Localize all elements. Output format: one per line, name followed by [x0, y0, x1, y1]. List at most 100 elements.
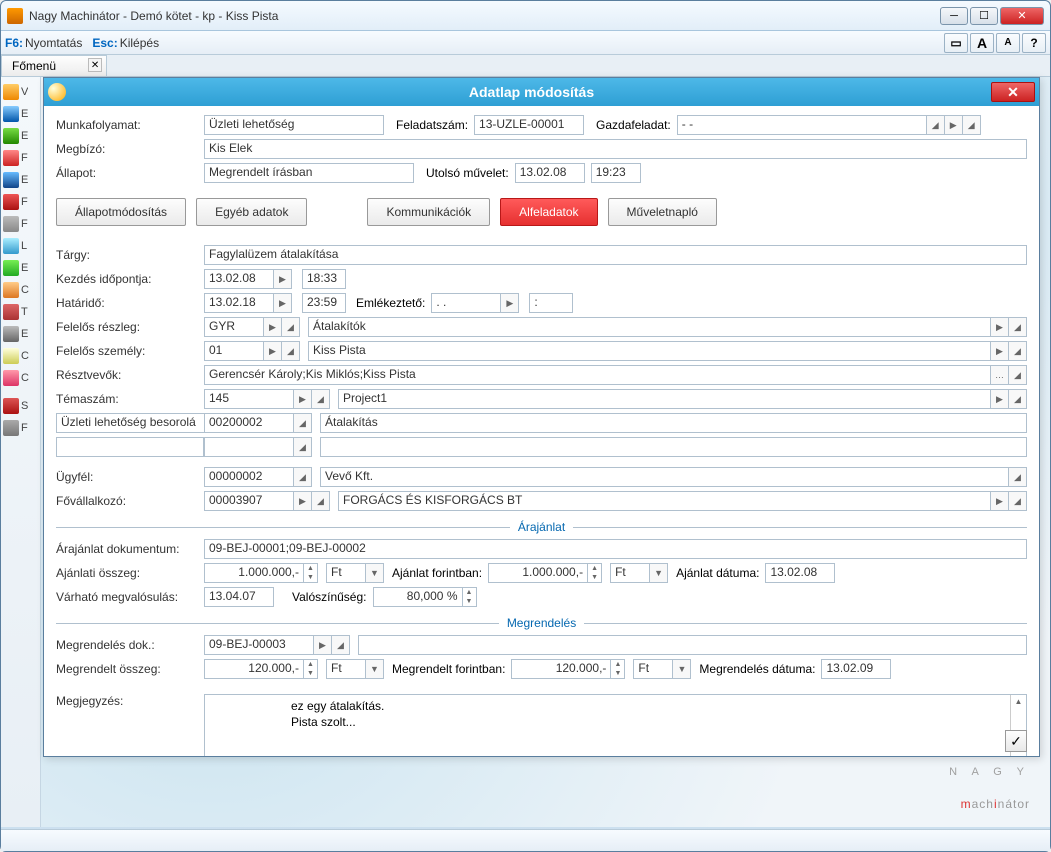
font-small-button[interactable]: A — [996, 33, 1020, 53]
topic-name-dropdown-icon[interactable]: ▶ — [991, 389, 1009, 409]
contractor-name-field[interactable]: FORGÁCS ÉS KISFORGÁCS BT — [338, 491, 991, 511]
class-name-field[interactable]: Átalakítás — [320, 413, 1027, 433]
order-date-field[interactable]: 13.02.09 — [821, 659, 891, 679]
help-button[interactable]: ? — [1022, 33, 1046, 53]
sidebar-item[interactable]: C — [1, 345, 40, 367]
order-amount-spinner[interactable]: ▲▼ — [304, 659, 318, 679]
tab-main-menu[interactable]: Főmenü ✕ — [1, 55, 107, 76]
subject-field[interactable]: Fagylalüzem átalakítása — [204, 245, 1027, 265]
oplog-button[interactable]: Műveletnapló — [608, 198, 717, 226]
dept-name-field[interactable]: Átalakítók — [308, 317, 991, 337]
class-expand-icon[interactable]: ◢ — [294, 413, 312, 433]
lastop-date-field[interactable]: 13.02.08 — [515, 163, 585, 183]
order-doc-desc-field[interactable] — [358, 635, 1027, 655]
customer-expand-icon[interactable]: ◢ — [294, 467, 312, 487]
quote-currency-field[interactable]: Ft — [326, 563, 366, 583]
other-data-button[interactable]: Egyéb adatok — [196, 198, 307, 226]
sidebar-item[interactable]: F — [1, 147, 40, 169]
sidebar-item[interactable]: F — [1, 191, 40, 213]
customer-name-field[interactable]: Vevő Kft. — [320, 467, 1009, 487]
quote-huf-field[interactable]: 1.000.000,- — [488, 563, 588, 583]
participants-expand-icon[interactable]: ◢ — [1009, 365, 1027, 385]
extra-field-2[interactable] — [204, 437, 294, 457]
prob-field[interactable]: 80,000 % — [373, 587, 463, 607]
sidebar-item[interactable]: S — [1, 395, 40, 417]
start-time-field[interactable]: 18:33 — [302, 269, 346, 289]
font-large-button[interactable]: A — [970, 33, 994, 53]
sidebar-item[interactable]: F — [1, 213, 40, 235]
quote-doc-field[interactable]: 09-BEJ-00001;09-BEJ-00002 — [204, 539, 1027, 559]
customer-name-expand-icon[interactable]: ◢ — [1009, 467, 1027, 487]
f6-label[interactable]: Nyomtatás — [25, 36, 82, 50]
close-button[interactable]: ✕ — [1000, 7, 1044, 25]
status-mod-button[interactable]: Állapotmódosítás — [56, 198, 186, 226]
quote-huf-currency-dropdown-icon[interactable]: ▼ — [650, 563, 668, 583]
person-name-dropdown-icon[interactable]: ▶ — [991, 341, 1009, 361]
quote-date-field[interactable]: 13.02.08 — [765, 563, 835, 583]
dept-name-expand-icon[interactable]: ◢ — [1009, 317, 1027, 337]
contractor-code-field[interactable]: 00003907 — [204, 491, 294, 511]
extra-field-3[interactable] — [320, 437, 1027, 457]
dept-dropdown-icon[interactable]: ▶ — [264, 317, 282, 337]
order-currency-dropdown-icon[interactable]: ▼ — [366, 659, 384, 679]
sidebar-item[interactable]: E — [1, 169, 40, 191]
econ-field[interactable]: - - — [677, 115, 927, 135]
topic-dropdown-icon[interactable]: ▶ — [294, 389, 312, 409]
person-name-expand-icon[interactable]: ◢ — [1009, 341, 1027, 361]
person-code-field[interactable]: 01 — [204, 341, 264, 361]
econ-dropdown-icon[interactable]: ▶ — [945, 115, 963, 135]
order-huf-currency-dropdown-icon[interactable]: ▼ — [673, 659, 691, 679]
deadline-date-picker-icon[interactable]: ▶ — [274, 293, 292, 313]
sidebar-item[interactable]: L — [1, 235, 40, 257]
expected-field[interactable]: 13.04.07 — [204, 587, 274, 607]
status-field[interactable]: Megrendelt írásban — [204, 163, 414, 183]
start-date-field[interactable]: 13.02.08 — [204, 269, 274, 289]
sidebar-item[interactable]: V — [1, 81, 40, 103]
extra-expand-icon[interactable]: ◢ — [294, 437, 312, 457]
order-doc-field[interactable]: 09-BEJ-00003 — [204, 635, 314, 655]
order-doc-dropdown-icon[interactable]: ▶ — [314, 635, 332, 655]
confirm-button[interactable]: ✓ — [1005, 730, 1027, 752]
reminder-time-field[interactable]: : — [529, 293, 573, 313]
sidebar-item[interactable]: C — [1, 279, 40, 301]
contractor-dropdown-icon[interactable]: ▶ — [294, 491, 312, 511]
dept-expand-icon[interactable]: ◢ — [282, 317, 300, 337]
topic-name-expand-icon[interactable]: ◢ — [1009, 389, 1027, 409]
client-field[interactable]: Kis Elek — [204, 139, 1027, 159]
deadline-time-field[interactable]: 23:59 — [302, 293, 346, 313]
note-memo[interactable]: ez egy átalakítás. Pista szolt... ▲ ▼ — [204, 694, 1027, 756]
person-dropdown-icon[interactable]: ▶ — [264, 341, 282, 361]
subtasks-button[interactable]: Alfeladatok — [500, 198, 597, 226]
esc-label[interactable]: Kilépés — [120, 36, 159, 50]
contractor-name-expand-icon[interactable]: ◢ — [1009, 491, 1027, 511]
class-code-field[interactable]: 00200002 — [204, 413, 294, 433]
sidebar-item[interactable]: E — [1, 257, 40, 279]
tab-close-icon[interactable]: ✕ — [88, 58, 102, 72]
sidebar-item[interactable]: C — [1, 367, 40, 389]
quote-amount-spinner[interactable]: ▲▼ — [304, 563, 318, 583]
maximize-button[interactable]: ☐ — [970, 7, 998, 25]
order-doc-expand-icon[interactable]: ◢ — [332, 635, 350, 655]
prob-spinner[interactable]: ▲▼ — [463, 587, 477, 607]
order-huf-field[interactable]: 120.000,- — [511, 659, 611, 679]
dept-name-dropdown-icon[interactable]: ▶ — [991, 317, 1009, 337]
person-expand-icon[interactable]: ◢ — [282, 341, 300, 361]
workflow-field[interactable]: Üzleti lehetőség — [204, 115, 384, 135]
contractor-expand-icon[interactable]: ◢ — [312, 491, 330, 511]
topic-code-field[interactable]: 145 — [204, 389, 294, 409]
participants-field[interactable]: Gerencsér Károly;Kis Miklós;Kiss Pista — [204, 365, 991, 385]
dialog-close-button[interactable]: ✕ — [991, 82, 1035, 102]
contractor-name-dropdown-icon[interactable]: ▶ — [991, 491, 1009, 511]
quote-huf-currency-field[interactable]: Ft — [610, 563, 650, 583]
layout-button[interactable]: ▭ — [944, 33, 968, 53]
deadline-date-field[interactable]: 13.02.18 — [204, 293, 274, 313]
sidebar-item[interactable]: T — [1, 301, 40, 323]
customer-code-field[interactable]: 00000002 — [204, 467, 294, 487]
dept-code-field[interactable]: GYR — [204, 317, 264, 337]
order-amount-field[interactable]: 120.000,- — [204, 659, 304, 679]
reminder-date-picker-icon[interactable]: ▶ — [501, 293, 519, 313]
comms-button[interactable]: Kommunikációk — [367, 198, 490, 226]
order-huf-spinner[interactable]: ▲▼ — [611, 659, 625, 679]
quote-amount-field[interactable]: 1.000.000,- — [204, 563, 304, 583]
minimize-button[interactable]: ─ — [940, 7, 968, 25]
